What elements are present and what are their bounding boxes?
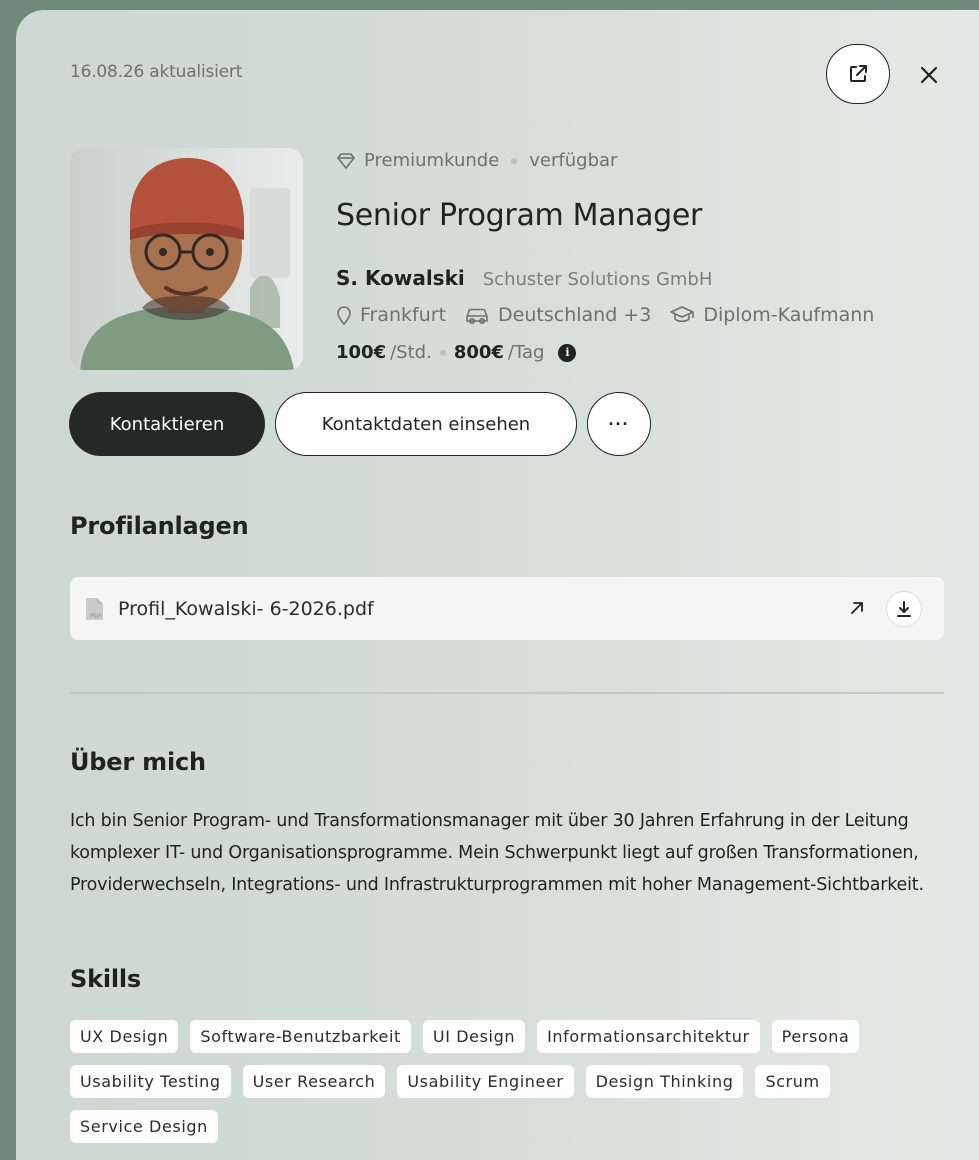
job-title: Senior Program Manager (336, 198, 703, 233)
diamond-icon (337, 152, 355, 169)
avatar (70, 148, 303, 370)
hourly-unit: /Std. (390, 342, 432, 363)
mobility: Deutschland +3 (498, 304, 652, 326)
about-heading: Über mich (70, 748, 206, 776)
degree: Diplom-Kaufmann (703, 304, 875, 326)
info-icon[interactable]: i (558, 343, 577, 362)
skill-chip[interactable]: Usability Engineer (397, 1065, 574, 1098)
section-divider (70, 692, 944, 694)
attachments-heading: Profilanlagen (70, 512, 249, 540)
skill-chip[interactable]: Usability Testing (70, 1065, 231, 1098)
city: Frankfurt (360, 304, 447, 326)
profile-meta: Premiumkunde verfügbar (336, 150, 617, 171)
location-pin-icon (337, 306, 351, 325)
skill-chip[interactable]: Software-Benutzbarkeit (190, 1020, 411, 1053)
skill-chip[interactable]: UI Design (422, 1020, 526, 1053)
pdf-file-label: PDF (90, 613, 102, 620)
close-button[interactable] (912, 58, 946, 92)
skills-list: UX Design Software-Benutzbarkeit UI Desi… (70, 1020, 950, 1143)
attachment-file-row[interactable]: PDF Profil_Kowalski- 6-2026.pdf (70, 577, 944, 640)
company-name: Schuster Solutions GmbH (482, 269, 713, 290)
skills-heading: Skills (70, 965, 142, 993)
availability-status: verfügbar (529, 150, 618, 171)
car-icon (466, 308, 488, 325)
download-button[interactable] (886, 591, 922, 627)
arrow-up-right-icon[interactable] (846, 597, 868, 619)
degree-item: Diplom-Kaufmann (669, 304, 874, 326)
daily-unit: /Tag (507, 342, 545, 363)
person-name: S. Kowalski (336, 266, 465, 290)
separator-dot (439, 349, 446, 356)
skill-chip[interactable]: Scrum (755, 1065, 830, 1098)
premium-badge: Premiumkunde (364, 150, 500, 171)
skill-chip[interactable]: Persona (771, 1020, 860, 1053)
rate-row: 100€ /Std. 800€ /Tag i (336, 342, 577, 363)
external-link-icon (850, 65, 867, 82)
separator-dot (511, 157, 518, 164)
view-contact-details-button[interactable]: Kontaktdaten einsehen (275, 392, 577, 456)
file-name[interactable]: Profil_Kowalski- 6-2026.pdf (118, 598, 374, 620)
skill-chip[interactable]: User Research (242, 1065, 386, 1098)
updated-date: 16.08.26 aktualisiert (70, 62, 243, 82)
name-row: S. Kowalski Schuster Solutions GmbH (336, 266, 712, 290)
skill-chip[interactable]: Design Thinking (585, 1065, 744, 1098)
mobility-item: Deutschland +3 (464, 304, 651, 326)
more-options-button[interactable]: ··· (587, 392, 651, 456)
location-item: Frankfurt (336, 304, 446, 326)
about-text: Ich bin Senior Program- und Transformati… (70, 811, 924, 895)
location-row: Frankfurt Deutschland +3 Diplom-Kaufmann (336, 304, 874, 326)
skill-chip[interactable]: UX Design (70, 1020, 179, 1053)
skill-chip[interactable]: Informationsarchitektur (537, 1020, 760, 1053)
download-icon (897, 601, 911, 617)
skill-chip[interactable]: Service Design (70, 1110, 218, 1143)
contact-button[interactable]: Kontaktieren (69, 392, 265, 456)
pdf-file-icon: PDF (86, 597, 103, 620)
graduation-cap-icon (670, 306, 695, 323)
daily-rate: 800€ (453, 342, 504, 363)
open-external-button[interactable] (826, 44, 890, 104)
hourly-rate: 100€ (336, 342, 387, 363)
close-icon (920, 66, 938, 84)
